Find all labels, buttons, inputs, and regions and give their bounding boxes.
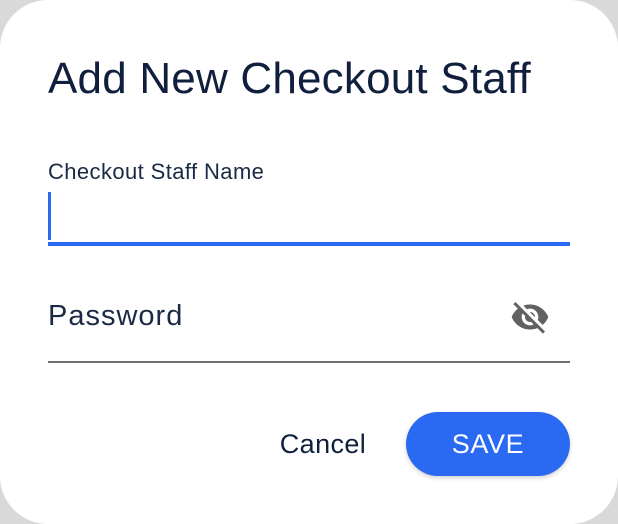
add-staff-dialog: Add New Checkout Staff Checkout Staff Na… (0, 0, 618, 524)
staff-name-input[interactable] (48, 190, 570, 242)
dialog-title: Add New Checkout Staff (48, 54, 531, 103)
password-underline (48, 361, 570, 363)
staff-name-underline (48, 242, 570, 246)
toggle-password-visibility-button[interactable] (506, 296, 554, 338)
password-input[interactable] (48, 290, 498, 342)
eye-off-icon (511, 302, 549, 334)
save-button[interactable]: SAVE (406, 412, 570, 476)
text-cursor (48, 192, 51, 240)
cancel-button[interactable]: Cancel (262, 414, 384, 474)
staff-name-label: Checkout Staff Name (48, 159, 265, 184)
